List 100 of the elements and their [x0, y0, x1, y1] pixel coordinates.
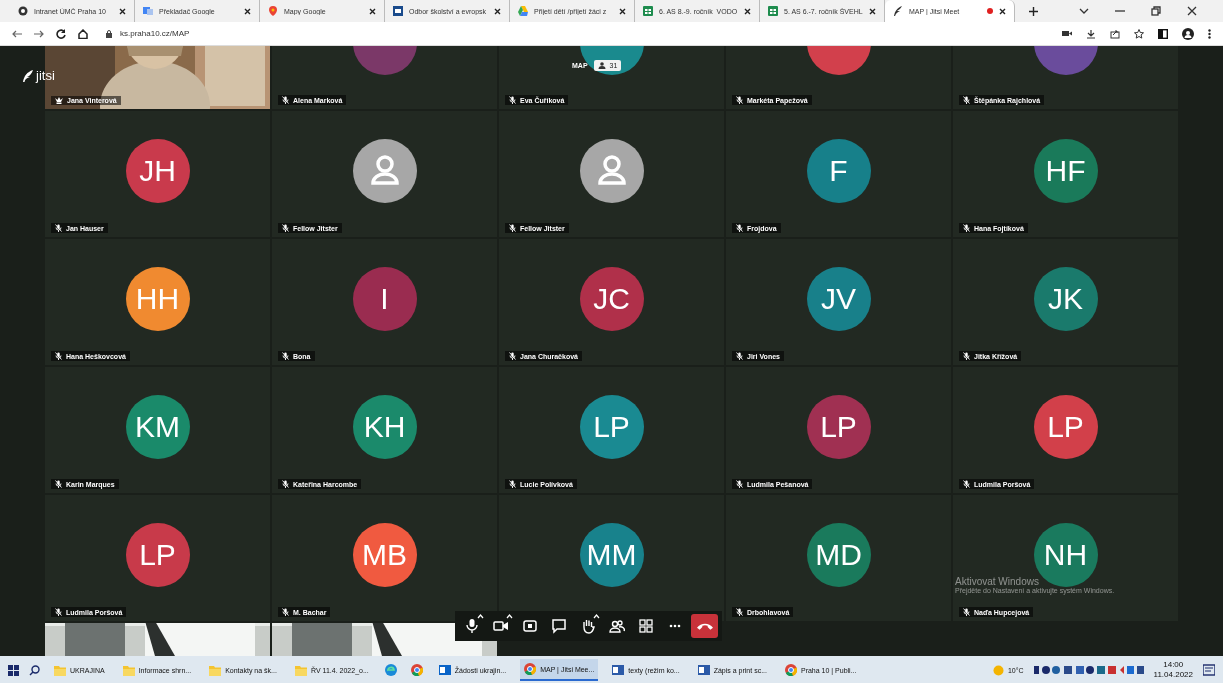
feather-icon	[22, 69, 34, 82]
tile-view-icon	[637, 618, 654, 634]
close-icon[interactable]	[369, 7, 376, 15]
spreadsheet-icon	[768, 6, 778, 16]
muted-mic-icon	[509, 96, 516, 104]
muted-mic-icon	[282, 480, 289, 488]
edge-icon	[384, 664, 397, 676]
muted-mic-icon	[963, 480, 970, 488]
chevron-down-icon[interactable]	[1079, 8, 1089, 14]
participant-avatar: JC	[579, 267, 644, 331]
muted-mic-icon	[736, 224, 743, 232]
muted-mic-icon	[509, 352, 516, 360]
participant-avatar: LP	[125, 523, 190, 587]
taskbar-clock[interactable]: 14:00 11.04.2022	[1153, 660, 1193, 680]
participant-avatar: JK	[1033, 267, 1098, 331]
muted-mic-icon	[55, 224, 62, 232]
notifications-icon[interactable]	[1203, 664, 1215, 676]
muted-mic-icon	[736, 96, 743, 104]
chrome-icon	[410, 664, 423, 676]
close-icon[interactable]	[744, 7, 751, 15]
drive-icon	[518, 6, 528, 16]
folder-icon	[54, 664, 66, 676]
new-tab-icon[interactable]	[1029, 6, 1038, 16]
caret-icon[interactable]	[477, 614, 484, 619]
tray-icons-drawing[interactable]	[1033, 664, 1144, 675]
profile-avatar-icon[interactable]	[1182, 27, 1194, 40]
folder-icon	[122, 664, 135, 676]
document-icon	[393, 6, 403, 16]
restore-icon[interactable]	[1151, 6, 1161, 16]
lock-icon	[106, 29, 112, 38]
muted-mic-icon	[736, 608, 743, 616]
back-icon[interactable]	[12, 29, 22, 38]
participant-avatar: HF	[1033, 139, 1098, 203]
participant-avatar: LP	[806, 395, 871, 459]
muted-mic-icon	[509, 224, 516, 232]
activation-notice-title: Aktivovat Windows	[955, 576, 1040, 587]
word-icon	[612, 664, 625, 676]
mail-icon	[438, 664, 451, 676]
hang-up-icon	[696, 622, 713, 630]
muted-mic-icon	[55, 352, 62, 360]
search-icon[interactable]	[29, 664, 40, 676]
close-icon[interactable]	[1187, 6, 1197, 16]
close-icon[interactable]	[999, 7, 1006, 15]
participant-avatar: MM	[579, 523, 644, 587]
sidebar-icon[interactable]	[1158, 28, 1168, 39]
word-icon	[697, 664, 710, 676]
close-icon[interactable]	[619, 7, 626, 15]
person-icon	[579, 139, 644, 203]
participant-avatar: JV	[806, 267, 871, 331]
home-icon[interactable]	[78, 28, 88, 39]
participant-avatar: JH	[125, 139, 190, 203]
muted-mic-icon	[963, 96, 970, 104]
sun-icon	[992, 664, 1004, 676]
muted-mic-icon	[282, 224, 289, 232]
folder-icon	[294, 664, 307, 676]
participant-avatar: HH	[125, 267, 190, 331]
star-icon[interactable]	[1134, 28, 1144, 39]
address-field[interactable]: ks.praha10.cz/MAP	[106, 29, 190, 38]
participants-icon	[608, 618, 625, 634]
participant-avatar: KH	[352, 395, 417, 459]
close-icon[interactable]	[119, 7, 126, 15]
more-icon[interactable]	[1208, 28, 1211, 39]
translate-icon	[143, 6, 153, 16]
chrome-icon	[524, 663, 537, 675]
muted-mic-icon	[282, 352, 289, 360]
jitsi-logo: jitsi	[22, 68, 55, 83]
participant-avatar: KM	[125, 395, 190, 459]
muted-mic-icon	[736, 352, 743, 360]
microphone-icon	[463, 618, 480, 634]
participant-avatar: I	[352, 267, 417, 331]
people-icon	[597, 62, 606, 69]
forward-icon[interactable]	[34, 29, 44, 38]
caret-icon[interactable]	[506, 614, 513, 619]
download-icon[interactable]	[1086, 28, 1096, 39]
muted-mic-icon	[282, 608, 289, 616]
screen-share-icon	[521, 618, 538, 634]
reload-icon[interactable]	[56, 28, 66, 39]
muted-mic-icon	[963, 352, 970, 360]
close-icon[interactable]	[244, 7, 251, 15]
muted-mic-icon	[55, 480, 62, 488]
start-icon[interactable]	[8, 664, 19, 676]
share-icon[interactable]	[1110, 28, 1120, 39]
folder-icon	[209, 664, 222, 676]
close-icon[interactable]	[869, 7, 876, 15]
muted-mic-icon	[282, 96, 289, 104]
muted-mic-icon	[509, 480, 516, 488]
close-icon[interactable]	[494, 7, 501, 15]
map-pin-icon	[268, 6, 278, 16]
muted-mic-icon	[736, 480, 743, 488]
camera-icon[interactable]	[1062, 30, 1072, 37]
participant-avatar: F	[806, 139, 871, 203]
caret-icon[interactable]	[593, 614, 600, 619]
hang-up-button[interactable]	[691, 614, 718, 638]
participant-avatar: MD	[806, 523, 871, 587]
participant-avatar: LP	[1033, 395, 1098, 459]
muted-mic-icon	[963, 608, 970, 616]
person-icon	[352, 139, 417, 203]
participant-avatar: LP	[579, 395, 644, 459]
chrome-icon	[784, 664, 797, 676]
participant-avatar: MB	[352, 523, 417, 587]
